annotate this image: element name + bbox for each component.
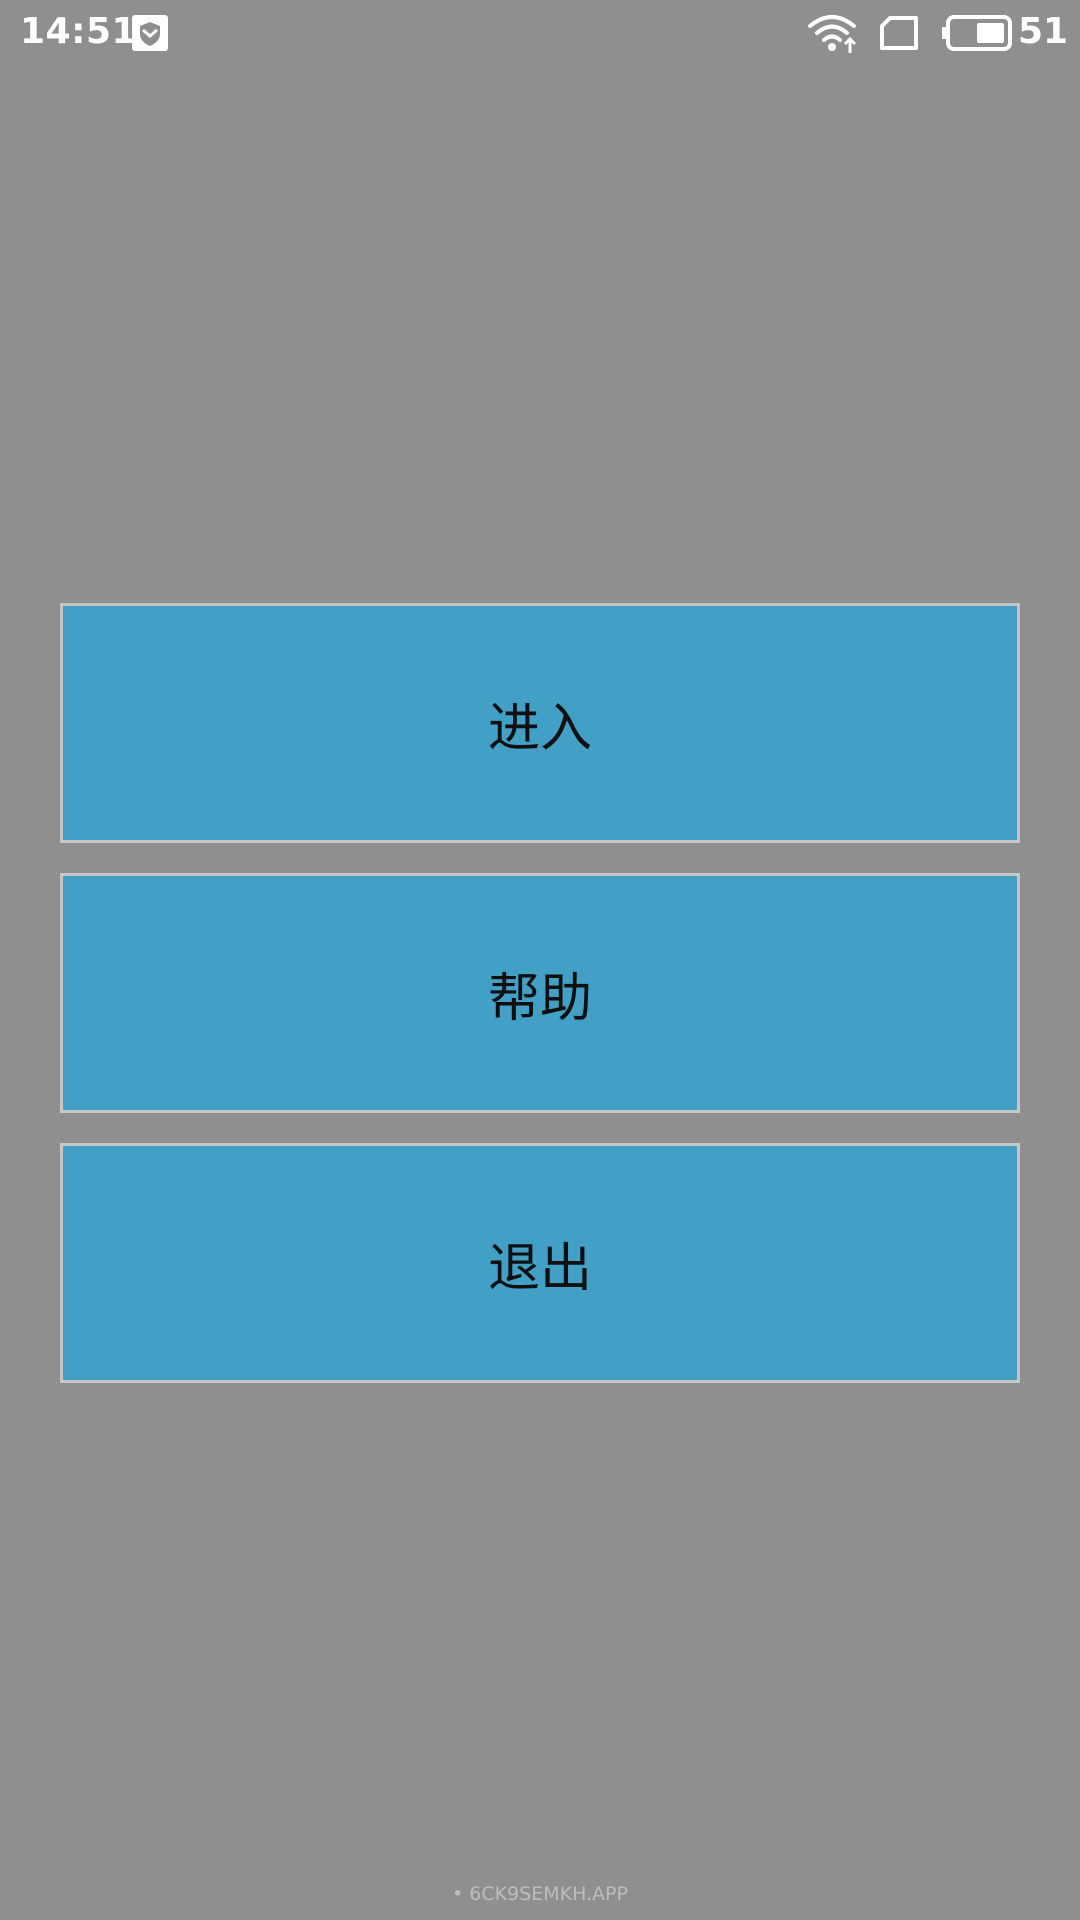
help-button[interactable]: 帮助	[60, 873, 1020, 1113]
status-time: 14:51	[20, 11, 138, 52]
exit-button[interactable]: 退出	[60, 1143, 1020, 1383]
battery-level: 51	[1018, 11, 1069, 52]
wifi-icon	[808, 15, 857, 53]
shield-icon	[132, 15, 168, 51]
main-menu: 进入 帮助 退出	[60, 603, 1020, 1383]
enter-button[interactable]: 进入	[60, 603, 1020, 843]
sim-card-icon	[880, 16, 918, 50]
footer-watermark: • 6CK9SEMKH.APP	[452, 1883, 628, 1905]
battery-icon	[942, 15, 1012, 51]
status-bar: 14:51 51	[0, 0, 1080, 66]
